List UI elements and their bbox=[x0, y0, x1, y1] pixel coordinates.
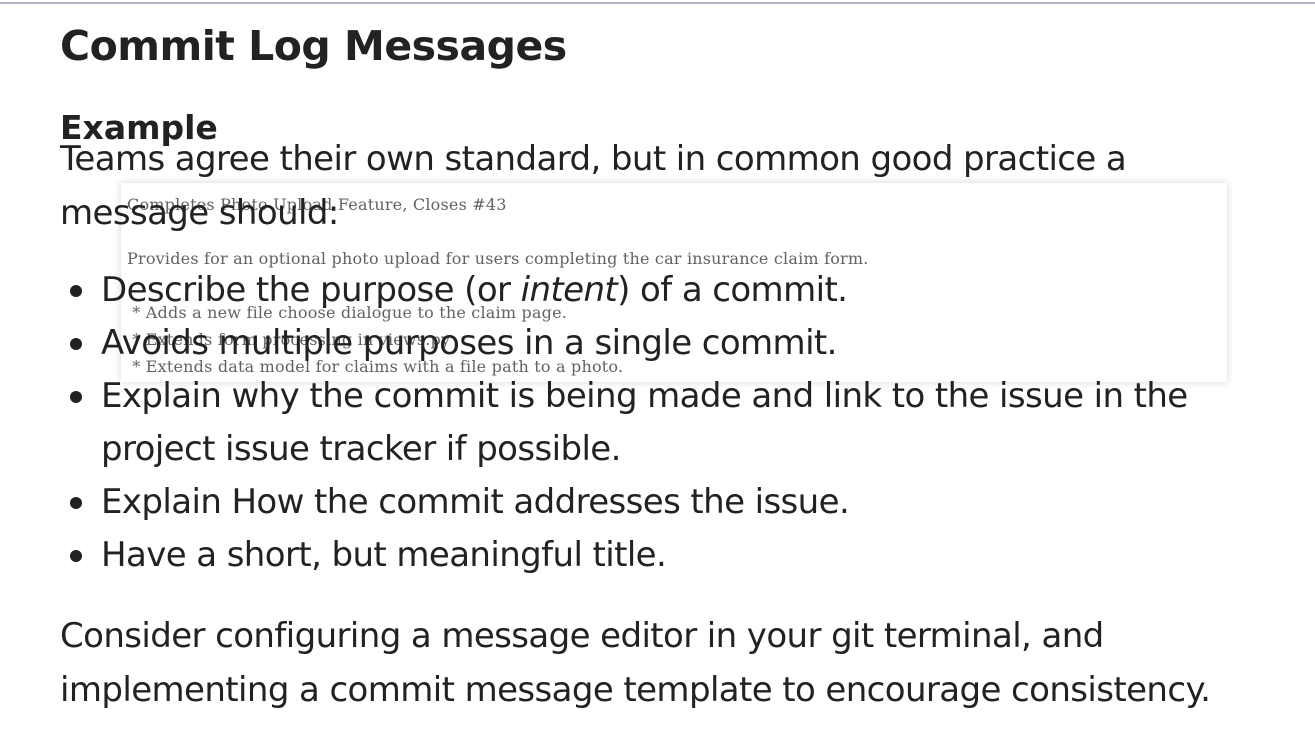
list-item: Explain why the commit is being made and… bbox=[70, 370, 1301, 476]
practice-list: Describe the purpose (or intent) of a co… bbox=[60, 264, 1301, 582]
slide: Commit Log Messages Example Teams agree … bbox=[0, 0, 1315, 750]
bullet-icon bbox=[70, 550, 82, 562]
list-item-text: Avoids multiple purposes in a single com… bbox=[101, 323, 837, 363]
bullet-icon bbox=[70, 497, 82, 509]
list-item-text: ) of a commit. bbox=[617, 270, 848, 310]
bullet-icon bbox=[70, 338, 82, 350]
intro-paragraph: Teams agree their own standard, but in c… bbox=[60, 139, 1127, 233]
outro-paragraph: Consider configuring a message editor in… bbox=[60, 616, 1211, 710]
list-item: Describe the purpose (or intent) of a co… bbox=[70, 264, 1301, 317]
list-item-text: Describe the purpose (or bbox=[101, 270, 521, 310]
list-item-text: Explain How the commit addresses the iss… bbox=[101, 482, 850, 522]
list-item-emphasis: intent bbox=[520, 270, 618, 310]
page-title: Commit Log Messages bbox=[60, 22, 567, 70]
bullet-icon bbox=[70, 391, 82, 403]
list-item: Have a short, but meaningful title. bbox=[70, 529, 1301, 582]
list-item-text: Have a short, but meaningful title. bbox=[101, 535, 667, 575]
list-item-text: Explain why the commit is being made and… bbox=[101, 376, 1188, 469]
bullet-icon bbox=[70, 285, 82, 297]
list-item: Avoids multiple purposes in a single com… bbox=[70, 317, 1301, 370]
list-item: Explain How the commit addresses the iss… bbox=[70, 476, 1301, 529]
